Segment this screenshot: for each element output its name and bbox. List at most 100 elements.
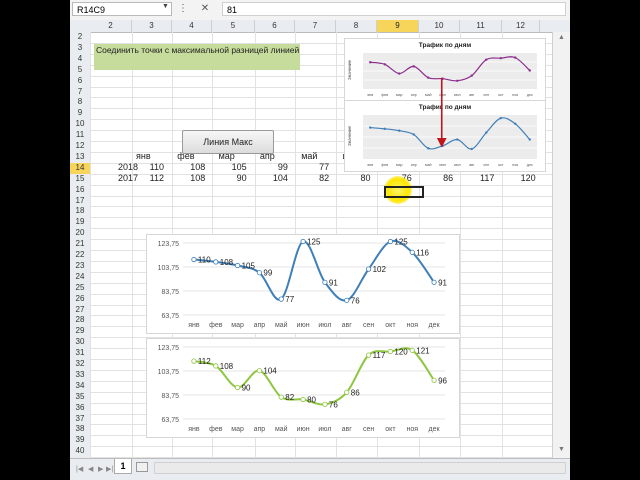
value-2017-авг[interactable]: 86 bbox=[423, 173, 453, 183]
row-header-30[interactable]: 30 bbox=[70, 337, 90, 348]
data-point[interactable] bbox=[427, 147, 430, 150]
value-2018-мар[interactable]: 105 bbox=[217, 162, 247, 172]
data-point[interactable] bbox=[213, 363, 219, 369]
value-2017-фев[interactable]: 108 bbox=[175, 173, 205, 183]
row-header-20[interactable]: 20 bbox=[70, 228, 90, 239]
month-header-май[interactable]: май bbox=[301, 151, 317, 161]
data-point[interactable] bbox=[528, 69, 531, 72]
data-point[interactable] bbox=[387, 238, 394, 245]
data-point[interactable] bbox=[499, 116, 502, 120]
row-header-28[interactable]: 28 bbox=[70, 315, 90, 326]
row-header-12[interactable]: 12 bbox=[70, 141, 90, 152]
row-header-26[interactable]: 26 bbox=[70, 294, 90, 305]
value-2018-фев[interactable]: 108 bbox=[175, 162, 205, 172]
row-header-19[interactable]: 19 bbox=[70, 217, 90, 228]
year-label-2017[interactable]: 2017 bbox=[98, 173, 138, 183]
row-header-7[interactable]: 7 bbox=[70, 87, 90, 98]
row-header-13[interactable]: 13 bbox=[70, 152, 90, 163]
column-header-2[interactable]: 2 bbox=[90, 20, 132, 32]
row-header-36[interactable]: 36 bbox=[70, 403, 90, 414]
value-2017-мар[interactable]: 90 bbox=[217, 173, 247, 183]
row-header-4[interactable]: 4 bbox=[70, 54, 90, 65]
row-header-18[interactable]: 18 bbox=[70, 206, 90, 217]
data-point[interactable] bbox=[191, 358, 197, 364]
next-sheet-icon[interactable]: ▶ bbox=[98, 465, 103, 473]
data-point[interactable] bbox=[322, 279, 328, 285]
row-header-22[interactable]: 22 bbox=[70, 250, 90, 261]
row-header-34[interactable]: 34 bbox=[70, 381, 90, 392]
vertical-scrollbar[interactable]: ▲ ▼ bbox=[552, 32, 570, 458]
sheet-tab-1[interactable]: 1 bbox=[114, 459, 132, 474]
column-header-10[interactable]: 10 bbox=[419, 20, 460, 32]
value-2017-апр[interactable]: 104 bbox=[258, 173, 288, 183]
data-point[interactable] bbox=[470, 74, 473, 77]
row-header-35[interactable]: 35 bbox=[70, 392, 90, 403]
row-header-11[interactable]: 11 bbox=[70, 130, 90, 141]
row-header-25[interactable]: 25 bbox=[70, 283, 90, 294]
row-header-6[interactable]: 6 bbox=[70, 76, 90, 87]
data-point[interactable] bbox=[431, 377, 437, 383]
row-header-29[interactable]: 29 bbox=[70, 326, 90, 337]
data-point[interactable] bbox=[322, 401, 328, 407]
value-2018-май[interactable]: 77 bbox=[299, 162, 329, 172]
row-header-31[interactable]: 31 bbox=[70, 348, 90, 359]
month-header-мар[interactable]: мар bbox=[219, 151, 235, 161]
scroll-down-icon[interactable]: ▼ bbox=[558, 446, 565, 453]
row-header-5[interactable]: 5 bbox=[70, 65, 90, 76]
column-header-6[interactable]: 6 bbox=[255, 20, 295, 32]
chevron-down-icon[interactable]: ▼ bbox=[162, 3, 169, 10]
row-header-27[interactable]: 27 bbox=[70, 305, 90, 316]
data-point[interactable] bbox=[398, 72, 401, 75]
value-2017-июн[interactable]: 80 bbox=[341, 173, 370, 183]
data-point[interactable] bbox=[213, 259, 219, 265]
prev-sheet-icon[interactable]: ◀ bbox=[88, 465, 93, 473]
data-point[interactable] bbox=[514, 56, 517, 59]
value-2017-янв[interactable]: 112 bbox=[134, 173, 164, 183]
column-header-12[interactable]: 12 bbox=[502, 20, 540, 32]
row-header-8[interactable]: 8 bbox=[70, 97, 90, 108]
data-point[interactable] bbox=[456, 79, 459, 82]
data-point[interactable] bbox=[409, 347, 415, 353]
chart-2017[interactable]: 123,75 103,75 83,75 63,75 янв фев мар апр май июн… bbox=[146, 338, 460, 438]
horizontal-scrollbar[interactable] bbox=[154, 462, 566, 474]
data-point[interactable] bbox=[300, 238, 306, 245]
month-header-янв[interactable]: янв bbox=[136, 151, 151, 161]
data-point[interactable] bbox=[234, 384, 241, 391]
chart-2018[interactable]: 123,75 103,75 83,75 63,75 янв фев мар апр май июн… bbox=[146, 234, 460, 334]
data-point[interactable] bbox=[344, 389, 350, 395]
row-header-15[interactable]: 15 bbox=[70, 174, 90, 185]
mini-chart-top[interactable]: Трафик по дням Значение янв фев мар апр май июн… bbox=[344, 38, 546, 102]
value-2017-май[interactable]: 82 bbox=[299, 173, 329, 183]
row-header-16[interactable]: 16 bbox=[70, 185, 90, 196]
column-header-3[interactable]: 3 bbox=[132, 20, 172, 32]
column-header-8[interactable]: 8 bbox=[336, 20, 377, 32]
data-point[interactable] bbox=[412, 133, 415, 136]
name-box[interactable]: R14C9 bbox=[72, 2, 172, 16]
data-point[interactable] bbox=[300, 396, 306, 403]
data-point[interactable] bbox=[365, 352, 372, 358]
data-point[interactable] bbox=[485, 58, 488, 61]
row-header-10[interactable]: 10 bbox=[70, 119, 90, 130]
data-point[interactable] bbox=[499, 56, 502, 60]
row-header-37[interactable]: 37 bbox=[70, 414, 90, 425]
column-header-9[interactable]: 9 bbox=[377, 20, 419, 32]
formula-input[interactable]: 81 bbox=[222, 2, 566, 16]
data-point[interactable] bbox=[387, 348, 394, 355]
data-point[interactable] bbox=[456, 138, 459, 141]
row-header-9[interactable]: 9 bbox=[70, 108, 90, 119]
column-header-11[interactable]: 11 bbox=[460, 20, 502, 32]
value-2017-сен[interactable]: 117 bbox=[464, 173, 494, 183]
row-header-17[interactable]: 17 bbox=[70, 196, 90, 207]
month-header-фев[interactable]: фев bbox=[177, 151, 194, 161]
data-point[interactable] bbox=[365, 266, 372, 272]
data-point[interactable] bbox=[412, 65, 415, 68]
value-2018-апр[interactable]: 99 bbox=[258, 162, 288, 172]
row-header-40[interactable]: 40 bbox=[70, 446, 90, 457]
data-point[interactable] bbox=[398, 129, 401, 132]
selected-cell[interactable] bbox=[384, 186, 424, 198]
month-header-апр[interactable]: апр bbox=[260, 151, 275, 161]
row-header-32[interactable]: 32 bbox=[70, 359, 90, 370]
row-header-24[interactable]: 24 bbox=[70, 272, 90, 283]
row-header-23[interactable]: 23 bbox=[70, 261, 90, 272]
column-header-5[interactable]: 5 bbox=[212, 20, 255, 32]
